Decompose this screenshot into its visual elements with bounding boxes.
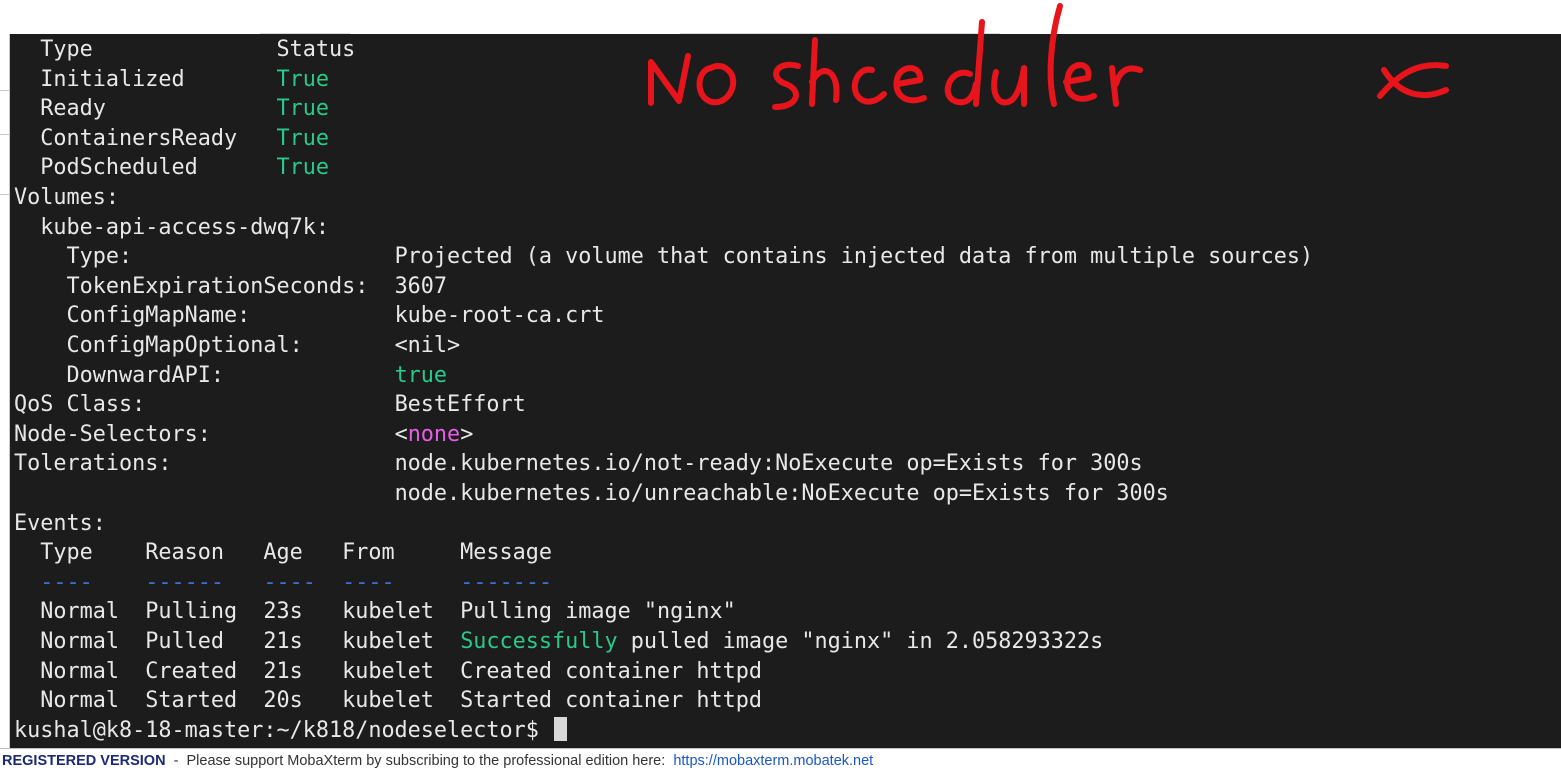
terminal-line: Normal Pulling 23s kubelet Pulling image… — [14, 597, 736, 627]
terminal-line: node.kubernetes.io/unreachable:NoExecute… — [14, 479, 1169, 509]
terminal-text: Projected (a volume that contains inject… — [394, 244, 1314, 270]
terminal-text: Normal Created 21s kubelet Created conta… — [14, 658, 763, 684]
terminal-text: True — [276, 66, 329, 92]
terminal-text: kube-api-access-dwq7k: — [14, 214, 329, 240]
terminal-text: Normal Pulled 21s kubelet — [14, 629, 461, 654]
terminal-line: Node-Selectors: <none> — [14, 420, 473, 450]
terminal-line: kube-api-access-dwq7k: — [14, 213, 329, 243]
terminal-text: node.kubernetes.io/not-ready:NoExecute o… — [394, 451, 1143, 477]
terminal-output[interactable]: Type Status Initialized True Ready True … — [10, 34, 1561, 748]
terminal-text: ------ — [145, 569, 224, 595]
terminal-text: True — [276, 96, 329, 122]
terminal-text: Type — [14, 37, 277, 62]
terminal-text: ConfigMapOptional: — [14, 333, 395, 358]
terminal-text: ---- — [342, 569, 395, 595]
terminal-text: ContainersReady — [14, 125, 277, 151]
terminal-line: Type: Projected (a volume that contains … — [14, 242, 1313, 272]
terminal-text: TokenExpirationSeconds: — [14, 273, 395, 299]
terminal-text: BestEffort — [394, 392, 526, 418]
status-message: - Please support MobaXterm by subscribin… — [165, 753, 674, 769]
window-top-strip — [0, 0, 1561, 34]
terminal-line: Initialized True — [14, 65, 329, 95]
terminal-text: Normal Pulling 23s kubelet Pulling image… — [14, 599, 736, 625]
terminal-text: Status — [276, 37, 356, 62]
terminal-text: < — [394, 421, 408, 447]
terminal-text: Events: — [14, 510, 106, 536]
terminal-text: PodScheduled — [14, 155, 277, 181]
terminal-text: node.kubernetes.io/unreachable:NoExecute… — [394, 481, 1169, 506]
terminal-text: Tolerations: — [14, 451, 395, 477]
terminal-text: True — [276, 155, 329, 181]
terminal-text: Ready — [14, 96, 277, 122]
terminal-text: Initialized — [14, 66, 277, 92]
terminal-text: Volumes: — [14, 185, 119, 210]
terminal-line: Normal Pulled 21s kubelet Successfully p… — [14, 627, 1103, 657]
terminal-text: ------- — [460, 569, 553, 595]
terminal-text: pulled image "nginx" in 2.058293322s — [617, 629, 1104, 654]
terminal-text: True — [276, 125, 329, 151]
mobaxterm-link[interactable]: https://mobaxterm.mobatek.net — [673, 753, 873, 769]
terminal-text: Type: — [14, 244, 395, 270]
terminal-text: ConfigMapName: — [14, 303, 395, 329]
shell-prompt[interactable]: kushal@k8-18-master:~/k818/nodeselector$ — [14, 716, 568, 746]
terminal-line: ConfigMapName: kube-root-ca.crt — [14, 301, 605, 331]
terminal-line: DownwardAPI: true — [14, 361, 447, 391]
terminal-line: Ready True — [14, 94, 329, 124]
terminal-text: Node-Selectors: — [14, 421, 395, 447]
terminal-line: ContainersReady True — [14, 124, 329, 154]
terminal-line: Type Reason Age From Message — [14, 538, 552, 568]
status-bar: REGISTERED VERSION - Please support Moba… — [0, 748, 1561, 774]
terminal-text: kushal@k8-18-master:~/k818/nodeselector$ — [14, 717, 553, 743]
terminal-text: true — [394, 362, 448, 388]
terminal-text: kube-root-ca.crt — [394, 303, 605, 329]
terminal-text: <nil> — [394, 333, 461, 358]
left-frame — [0, 34, 10, 748]
terminal-text: > — [460, 421, 474, 447]
terminal-line: ConfigMapOptional: <nil> — [14, 331, 460, 361]
terminal-line: Tolerations: node.kubernetes.io/not-read… — [14, 449, 1143, 479]
terminal-line: Type Status — [14, 35, 355, 65]
terminal-text: Successfully — [460, 629, 618, 654]
terminal-text: Normal Started 20s kubelet Started conta… — [14, 688, 763, 714]
registered-label: REGISTERED VERSION — [2, 753, 166, 769]
terminal-line: Volumes: — [14, 183, 119, 213]
terminal-line: Normal Started 20s kubelet Started conta… — [14, 686, 762, 716]
terminal-line: ---- ------ ---- ---- ------- — [14, 568, 552, 598]
terminal-line: Events: — [14, 509, 106, 539]
terminal-text: ---- — [40, 569, 93, 595]
terminal-text: ---- — [263, 569, 316, 595]
terminal-text: 3607 — [394, 273, 448, 299]
terminal-text: QoS Class: — [14, 392, 395, 418]
terminal-text: Type Reason Age From Message — [14, 540, 553, 566]
terminal-line: QoS Class: BestEffort — [14, 390, 526, 420]
terminal-line: PodScheduled True — [14, 153, 329, 183]
terminal-cursor — [554, 716, 568, 741]
terminal-text: none — [407, 421, 461, 447]
terminal-line: Normal Created 21s kubelet Created conta… — [14, 657, 762, 687]
terminal-text: DownwardAPI: — [14, 362, 395, 388]
terminal-line: TokenExpirationSeconds: 3607 — [14, 272, 447, 302]
